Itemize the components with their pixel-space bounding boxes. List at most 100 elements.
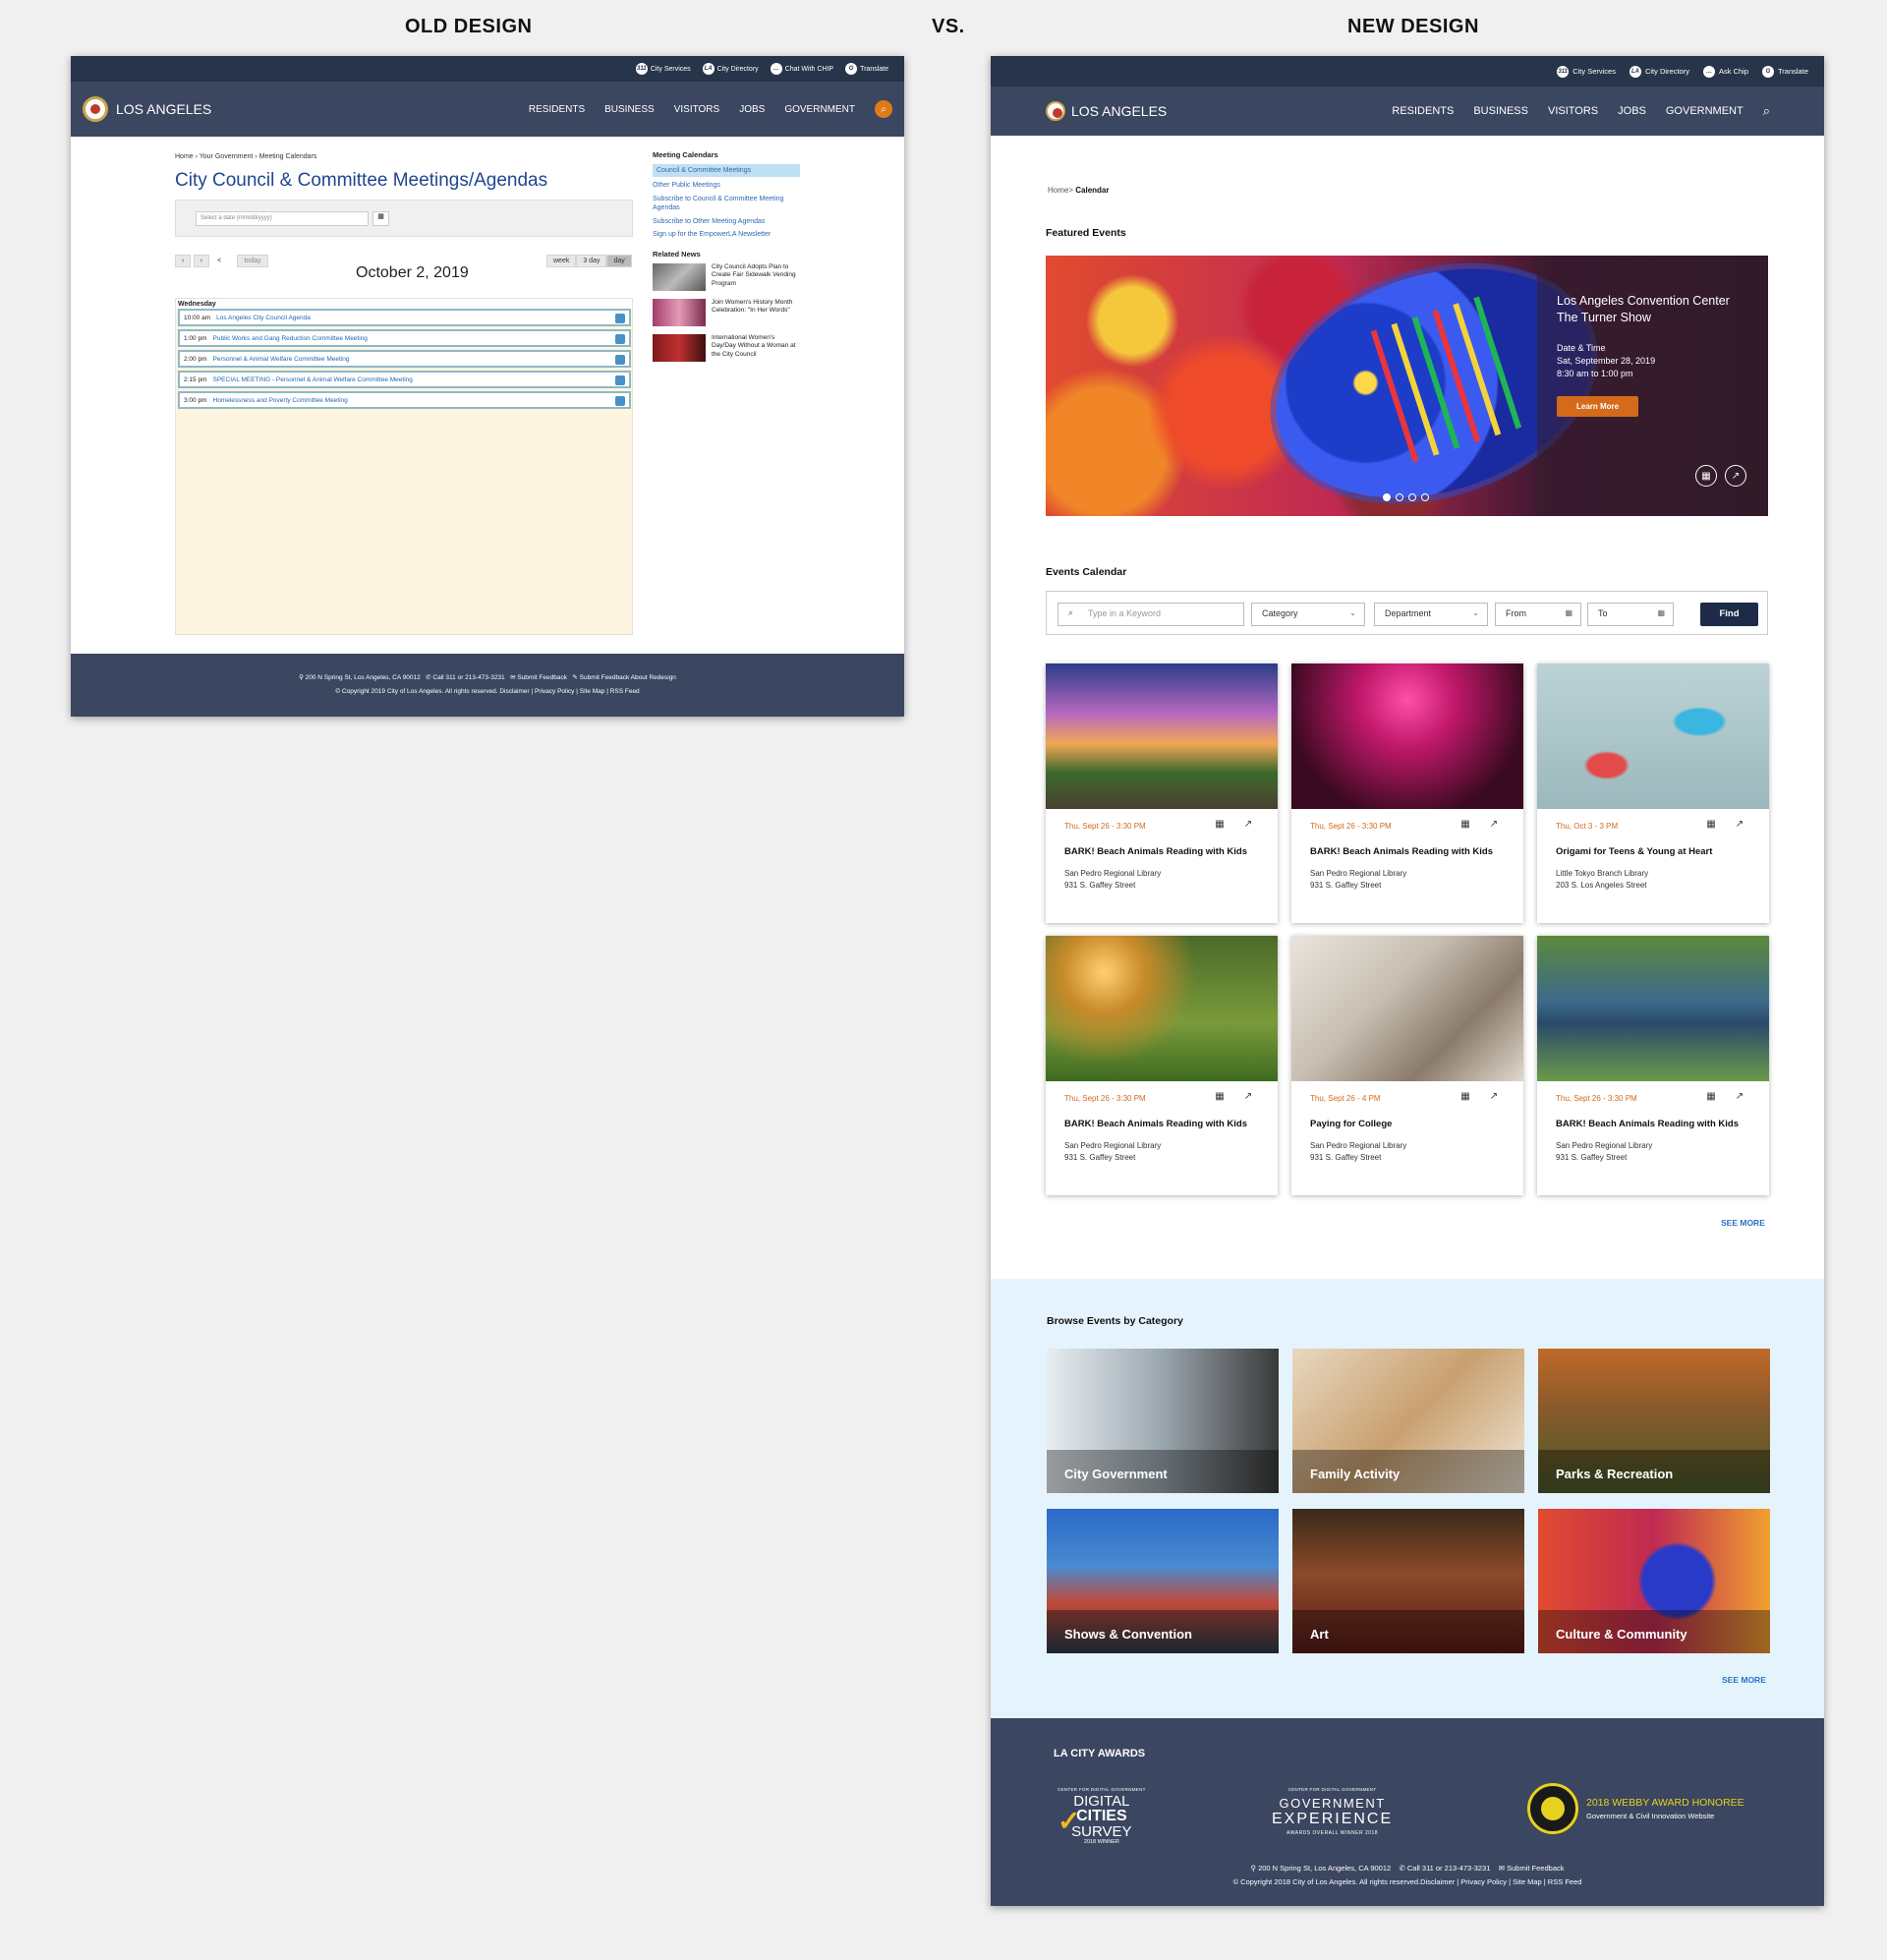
see-more-events-link[interactable]: SEE MORE bbox=[1721, 1218, 1765, 1228]
government-experience-award-logo: CENTER FOR DIGITAL GOVERNMENT GOVERNMENT… bbox=[1272, 1787, 1394, 1836]
mail-icon: ✉ bbox=[1498, 1864, 1508, 1873]
today-button[interactable]: today bbox=[237, 255, 268, 267]
nav-residents[interactable]: RESIDENTS bbox=[1392, 105, 1454, 117]
nav-visitors[interactable]: VISITORS bbox=[1548, 105, 1598, 117]
event-card[interactable]: Thu, Sept 26 - 4 PM ▦ ↗ Paying for Colle… bbox=[1291, 936, 1523, 1195]
event-card[interactable]: Thu, Sept 26 - 3:30 PM ▦ ↗ BARK! Beach A… bbox=[1046, 663, 1278, 923]
sidebar-link-subscribe-council[interactable]: Subscribe to Council & Committee Meeting… bbox=[653, 195, 800, 213]
calendar-event[interactable]: 3:00 pm Homelessness and Poverty Committe… bbox=[178, 391, 631, 409]
share-icon[interactable]: ↗ bbox=[1733, 818, 1746, 832]
news-item[interactable]: City Council Adopts Plan to Create Fair … bbox=[653, 262, 800, 291]
share-icon[interactable]: ↗ bbox=[1487, 1090, 1501, 1104]
event-card[interactable]: Thu, Oct 3 - 3 PM ▦ ↗ Origami for Teens … bbox=[1537, 663, 1769, 923]
calendar-icon[interactable]: ▦ bbox=[372, 211, 389, 226]
day-button[interactable]: day bbox=[606, 255, 632, 267]
add-calendar-icon[interactable]: ▦ bbox=[1704, 1090, 1718, 1104]
category-art[interactable]: Art bbox=[1292, 1509, 1524, 1653]
feedback-link[interactable]: Submit Feedback bbox=[517, 674, 567, 681]
prev-button[interactable]: ‹ bbox=[175, 255, 192, 267]
category-family-activity[interactable]: Family Activity bbox=[1292, 1349, 1524, 1493]
featured-carousel[interactable]: Los Angeles Convention Center The Turner… bbox=[1046, 256, 1768, 516]
calendar-event[interactable]: 2:15 pm SPECIAL MEETING - Personnel & Ani… bbox=[178, 371, 631, 388]
event-card[interactable]: Thu, Sept 26 - 3:30 PM ▦ ↗ BARK! Beach A… bbox=[1046, 936, 1278, 1195]
carousel-dot[interactable] bbox=[1408, 493, 1416, 501]
feedback-link[interactable]: Submit Feedback bbox=[1507, 1864, 1564, 1873]
search-icon[interactable]: ⌕ bbox=[1763, 103, 1770, 119]
nav-jobs[interactable]: JOBS bbox=[739, 104, 765, 115]
carousel-dot[interactable] bbox=[1396, 493, 1403, 501]
date-input[interactable]: Select a date (mm/dd/yyyy) bbox=[196, 211, 369, 226]
nav-jobs[interactable]: JOBS bbox=[1618, 105, 1646, 117]
news-item[interactable]: Join Women's History Month Celebration: … bbox=[653, 298, 800, 326]
news-item[interactable]: International Women's Day/Day Without a … bbox=[653, 333, 800, 362]
share-icon[interactable]: ↗ bbox=[1241, 818, 1255, 832]
nav-business[interactable]: BUSINESS bbox=[604, 104, 655, 115]
sidebar-link-other[interactable]: Other Public Meetings bbox=[653, 181, 800, 190]
from-date-input[interactable]: From ▦ bbox=[1495, 603, 1581, 626]
to-date-input[interactable]: To ▦ bbox=[1587, 603, 1674, 626]
add-calendar-icon[interactable]: ▦ bbox=[1213, 818, 1227, 832]
calendar-event[interactable]: 2:00 pm Personnel & Animal Welfare Commit… bbox=[178, 350, 631, 368]
sidebar-link-council[interactable]: Council & Committee Meetings bbox=[653, 164, 800, 178]
nav-residents[interactable]: RESIDENTS bbox=[529, 104, 585, 115]
category-culture-community[interactable]: Culture & Community bbox=[1538, 1509, 1770, 1653]
share-icon[interactable]: ↗ bbox=[1241, 1090, 1255, 1104]
sidebar-link-empowerla[interactable]: Sign up for the EmpowerLA Newsletter bbox=[653, 230, 800, 239]
category-parks-recreation[interactable]: Parks & Recreation bbox=[1538, 1349, 1770, 1493]
category-select[interactable]: Category ⌄ bbox=[1251, 603, 1365, 626]
learn-more-button[interactable]: Learn More bbox=[1557, 395, 1639, 417]
nav-government[interactable]: GOVERNMENT bbox=[1666, 105, 1744, 117]
utility-translate[interactable]: G Translate bbox=[845, 63, 888, 75]
document-icon[interactable] bbox=[615, 334, 625, 344]
document-icon[interactable] bbox=[615, 375, 625, 385]
add-calendar-icon[interactable]: ▦ bbox=[1458, 1090, 1472, 1104]
document-icon[interactable] bbox=[615, 314, 625, 323]
department-select[interactable]: Department ⌄ bbox=[1374, 603, 1488, 626]
nav-government[interactable]: GOVERNMENT bbox=[784, 104, 855, 115]
utility-chat[interactable]: … Chat With CHIP bbox=[770, 63, 833, 75]
calendar-icon: ▦ bbox=[1657, 608, 1665, 617]
breadcrumb-home[interactable]: Home> bbox=[1048, 186, 1073, 195]
3day-button[interactable]: 3 day bbox=[576, 255, 607, 267]
keyword-input[interactable]: ⌕ Type in a Keyword bbox=[1058, 603, 1244, 626]
utility-city-services[interactable]: 311 City Services bbox=[1557, 65, 1616, 78]
site-logo[interactable]: LOS ANGELES bbox=[83, 96, 211, 122]
utility-translate[interactable]: G Translate bbox=[1762, 65, 1808, 78]
share-icon[interactable]: ↗ bbox=[1725, 465, 1746, 487]
city-seal-icon bbox=[1046, 101, 1065, 121]
event-location: San Pedro Regional Library 931 S. Gaffey … bbox=[1064, 869, 1162, 891]
find-button[interactable]: Find bbox=[1700, 603, 1758, 626]
event-card[interactable]: Thu, Sept 26 - 3:30 PM ▦ ↗ BARK! Beach A… bbox=[1291, 663, 1523, 923]
week-button[interactable]: week bbox=[546, 255, 577, 267]
share-icon[interactable]: < bbox=[211, 256, 227, 266]
next-button[interactable]: › bbox=[193, 255, 209, 267]
add-calendar-icon[interactable]: ▦ bbox=[1213, 1090, 1227, 1104]
add-calendar-icon[interactable]: ▦ bbox=[1704, 818, 1718, 832]
document-icon[interactable] bbox=[615, 355, 625, 365]
utility-city-directory[interactable]: LA City Directory bbox=[1629, 65, 1689, 78]
add-calendar-icon[interactable]: ▦ bbox=[1695, 465, 1717, 487]
share-icon[interactable]: ↗ bbox=[1733, 1090, 1746, 1104]
utility-city-services[interactable]: 311 City Services bbox=[635, 63, 691, 75]
site-logo[interactable]: LOS ANGELES bbox=[1046, 101, 1167, 121]
share-icon[interactable]: ↗ bbox=[1487, 818, 1501, 832]
sidebar-link-subscribe-other[interactable]: Subscribe to Other Meeting Agendas bbox=[653, 217, 800, 226]
utility-city-directory[interactable]: LA City Directory bbox=[702, 63, 759, 75]
calendar-event[interactable]: 1:00 pm Public Works and Gang Reduction C… bbox=[178, 329, 631, 347]
carousel-dot[interactable] bbox=[1421, 493, 1429, 501]
feedback-redesign-link[interactable]: Submit Feedback About Redesign bbox=[580, 674, 676, 681]
event-card[interactable]: Thu, Sept 26 - 3:30 PM ▦ ↗ BARK! Beach A… bbox=[1537, 936, 1769, 1195]
category-city-government[interactable]: City Government bbox=[1047, 1349, 1279, 1493]
city-seal-icon bbox=[83, 96, 108, 122]
carousel-dot[interactable] bbox=[1383, 493, 1391, 501]
category-shows-convention[interactable]: Shows & Convention bbox=[1047, 1509, 1279, 1653]
add-calendar-icon[interactable]: ▦ bbox=[1458, 818, 1472, 832]
calendar-event[interactable]: 10:00 am Los Angeles City Council Agenda bbox=[178, 309, 631, 326]
document-icon[interactable] bbox=[615, 396, 625, 406]
nav-business[interactable]: BUSINESS bbox=[1473, 105, 1528, 117]
la-icon: LA bbox=[1629, 65, 1641, 78]
search-icon[interactable]: ⌕ bbox=[875, 100, 892, 118]
nav-visitors[interactable]: VISITORS bbox=[674, 104, 720, 115]
utility-ask-chip[interactable]: … Ask Chip bbox=[1702, 65, 1748, 78]
see-more-categories-link[interactable]: SEE MORE bbox=[1722, 1675, 1766, 1685]
